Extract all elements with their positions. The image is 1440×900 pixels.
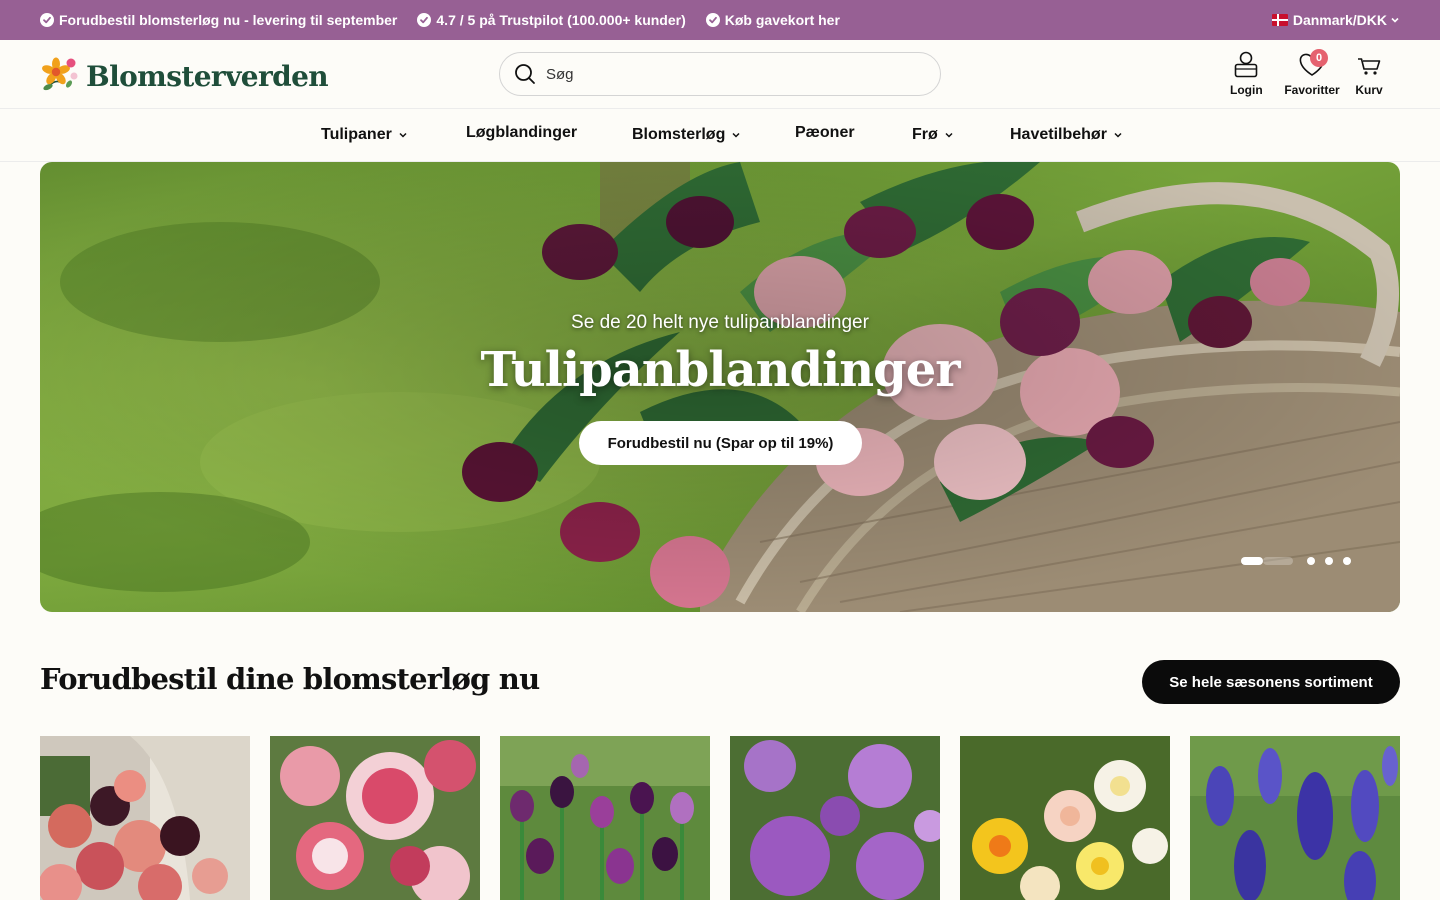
product-card[interactable] [40,736,250,900]
hero-banner[interactable]: Se de 20 helt nye tulipanblandinger Tuli… [40,162,1400,612]
hero-cta-button[interactable]: Forudbestil nu (Spar op til 19%) [579,421,862,465]
login-label: Login [1230,83,1263,97]
usp-giftcard[interactable]: Køb gavekort her [705,12,840,28]
carousel-dot-4[interactable] [1343,557,1351,565]
logo[interactable]: Blomsterverden [40,55,329,98]
main-nav: Tulipaner Løgblandinger Blomsterløg Pæon… [0,108,1440,162]
checkmark-icon [417,13,432,27]
product-card[interactable] [730,736,940,900]
logo-text: Blomsterverden [86,60,329,93]
nav-item-blomsterlog[interactable]: Blomsterløg [632,109,741,161]
carousel-dot-1[interactable] [1241,557,1263,565]
product-card[interactable] [960,736,1170,900]
favorites-count-badge: 0 [1310,49,1328,67]
chevron-down-icon [1390,15,1400,25]
cart-icon [1355,50,1383,81]
purple-tulip-field-photo [500,736,710,900]
carousel-dot-3[interactable] [1325,557,1333,565]
nav-item-paeoner[interactable]: Pæoner [795,107,855,159]
nav-item-logblandinger[interactable]: Løgblandinger [466,107,577,159]
chevron-down-icon [398,130,408,140]
chevron-down-icon [1113,130,1123,140]
section-title: Forudbestil dine blomsterløg nu [40,662,540,696]
nav-item-label: Havetilbehør [1010,126,1107,143]
hero-subtitle: Se de 20 helt nye tulipanblandinger [571,312,869,333]
favorites-label: Favoritter [1284,83,1340,97]
hero-title: Tulipanblandinger [480,342,960,398]
nav-item-label: Tulipaner [321,126,392,143]
blue-muscari-photo [1190,736,1400,900]
chevron-down-icon [944,130,954,140]
product-card[interactable] [270,736,480,900]
chevron-down-icon [731,130,741,140]
cart-button[interactable]: Kurv [1355,50,1383,97]
see-all-button[interactable]: Se hele sæsonens sortiment [1142,660,1400,704]
pink-white-double-tulips-photo [270,736,480,900]
daffodil-mix-photo [960,736,1170,900]
usp-trustpilot[interactable]: 4.7 / 5 på Trustpilot (100.000+ kunder) [417,12,686,28]
nav-item-havetilbehor[interactable]: Havetilbehør [1010,109,1123,161]
carousel-dot-2[interactable] [1307,557,1315,565]
site-header: Blomsterverden Login 0 Favoritter Kurv [0,40,1440,108]
danish-flag-icon [1271,14,1288,26]
nav-item-label: Frø [912,126,938,143]
tulip-bouquet-photo [40,736,250,900]
checkmark-icon [40,13,54,27]
product-card[interactable] [500,736,710,900]
purple-allium-photo [730,736,940,900]
nav-item-tulipaner[interactable]: Tulipaner [321,109,408,161]
nav-item-label: Løgblandinger [466,124,578,141]
search-bar[interactable] [499,52,941,96]
login-button[interactable]: Login [1230,50,1263,97]
checkmark-icon [705,13,720,27]
carousel-dot-track [1263,557,1293,565]
usp-giftcard-text: Køb gavekort her [724,12,840,28]
search-input[interactable] [546,65,906,83]
search-icon [514,63,536,85]
usp-preorder-text: Forudbestil blomsterløg nu - levering ti… [59,12,398,28]
cart-label: Kurv [1355,83,1383,97]
nav-item-label: Blomsterløg [632,126,726,143]
user-icon [1233,50,1259,81]
flower-logo-icon [40,55,80,98]
carousel-dots [1241,557,1351,565]
product-card[interactable] [1190,736,1400,900]
usp-preorder[interactable]: Forudbestil blomsterløg nu - levering ti… [40,12,397,28]
announcement-bar: Forudbestil blomsterløg nu - levering ti… [0,0,1440,40]
country-label: Danmark/DKK [1292,12,1387,28]
usp-trustpilot-text: 4.7 / 5 på Trustpilot (100.000+ kunder) [436,12,686,28]
nav-item-label: Pæoner [795,124,855,141]
country-selector[interactable]: Danmark/DKK [1271,0,1400,40]
nav-item-fro[interactable]: Frø [912,109,954,161]
favorites-button[interactable]: 0 Favoritter [1284,49,1340,97]
